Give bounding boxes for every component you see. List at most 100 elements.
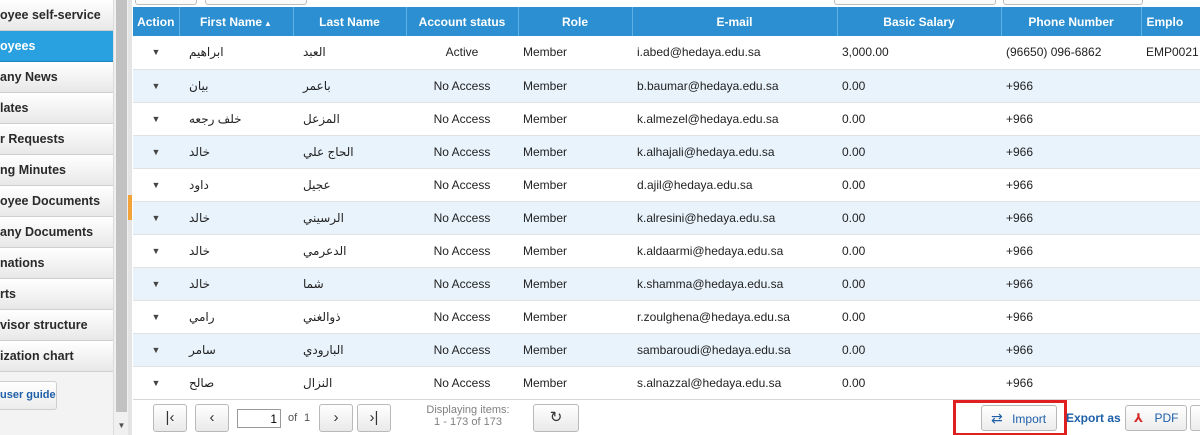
cell-basic-salary-text: 0.00 — [842, 111, 866, 126]
scrollbar-thumb[interactable] — [116, 0, 127, 412]
column-header-employee-id[interactable]: Emplo — [1141, 7, 1200, 36]
cell-basic-salary-text: 0.00 — [842, 309, 866, 324]
table-row[interactable]: ▼ خالد شما No Access Member k.shamma@hedaya.e… — [133, 267, 1200, 301]
sidebar-item-employees[interactable]: oyees — [0, 31, 113, 62]
column-header-email[interactable]: E-mail — [632, 7, 838, 36]
cell-first-name: رامي — [179, 300, 293, 334]
cell-last-name-text: ذوالغني — [303, 309, 341, 324]
cell-account-status: No Access — [406, 201, 518, 235]
column-header-phone-number[interactable]: Phone Number — [1001, 7, 1142, 36]
row-action-button[interactable]: ▼ — [133, 102, 179, 136]
cell-role: Member — [518, 36, 632, 70]
cell-basic-salary: 0.00 — [837, 267, 1001, 301]
cell-last-name-text: عجيل — [303, 177, 331, 192]
sidebar-item-templates[interactable]: lates — [0, 93, 113, 124]
cell-role-text: Member — [523, 144, 568, 159]
column-header-first-name[interactable]: First Name ▲ — [179, 7, 294, 36]
table-row[interactable]: ▼ خلف رجعه المزعل No Access Member k.almezel@… — [133, 102, 1200, 136]
table-row[interactable]: ▼ خالد الرسيني No Access Member k.alresini@he… — [133, 201, 1200, 235]
cell-first-name: صالح — [179, 366, 293, 400]
cell-role-text: Member — [523, 243, 568, 258]
cell-last-name-text: الدعرمي — [303, 243, 347, 258]
column-header-account-status[interactable]: Account status — [406, 7, 519, 36]
cell-last-name: ذوالغني — [293, 300, 406, 334]
export-pdf-button[interactable]: ⅄ PDF — [1125, 405, 1187, 431]
cell-role: Member — [518, 234, 632, 268]
cell-phone-number-text: +966 — [1006, 144, 1034, 159]
cell-last-name-text: الحاج علي — [303, 144, 354, 159]
user-guide-button[interactable]: user guide — [0, 381, 57, 410]
cell-first-name-text: خالد — [189, 243, 211, 258]
row-action-button[interactable]: ▼ — [133, 135, 179, 169]
table-row[interactable]: ▼ صالح النزال No Access Member s.alnazzal@hed… — [133, 366, 1200, 400]
table-row[interactable]: ▼ خالد الحاج علي No Access Member k.alhajali@… — [133, 135, 1200, 169]
displaying-items-label: Displaying items: 1 - 173 of 173 — [403, 404, 533, 428]
sidebar-item-company-news[interactable]: any News — [0, 62, 113, 93]
sidebar-item-reports[interactable]: rts — [0, 279, 113, 310]
table-row[interactable]: ▼ داود عجيل No Access Member d.ajil@hedaya.ed… — [133, 168, 1200, 202]
column-header-last-name[interactable]: Last Name — [293, 7, 407, 36]
sidebar-item-supervisor-structure[interactable]: visor structure — [0, 310, 113, 341]
toolbar-box[interactable] — [205, 0, 307, 5]
row-action-button[interactable]: ▼ — [133, 333, 179, 367]
sidebar-item-nations[interactable]: nations — [0, 248, 113, 279]
page-number-input[interactable] — [237, 409, 281, 428]
row-action-button[interactable]: ▼ — [133, 69, 179, 103]
cell-account-status-text: Active — [445, 45, 479, 60]
row-action-button[interactable]: ▼ — [133, 201, 179, 235]
table-row[interactable]: ▼ خالد الدعرمي No Access Member k.aldaarmi@he… — [133, 234, 1200, 268]
table-row[interactable]: ▼ ابراهيم العبد Active Member i.abed@hedaya.e… — [133, 36, 1200, 70]
splitter-handle[interactable] — [128, 195, 132, 220]
sidebar-item-self-service[interactable]: oyee self-service — [0, 0, 113, 31]
main-panel: Action First Name ▲ Last Name Account sta… — [133, 0, 1200, 435]
pdf-icon: ⅄ — [1134, 411, 1144, 425]
sidebar-item-requests[interactable]: r Requests — [0, 124, 113, 155]
column-header-basic-salary[interactable]: Basic Salary — [837, 7, 1002, 36]
import-button[interactable]: ⇄ Import — [981, 405, 1057, 431]
refresh-button[interactable]: ↻ — [533, 404, 579, 432]
cell-basic-salary: 0.00 — [837, 69, 1001, 103]
table-row[interactable]: ▼ رامي ذوالغني No Access Member r.zoulghena@h… — [133, 300, 1200, 334]
prev-page-button[interactable]: ‹ — [195, 404, 229, 432]
cell-basic-salary-text: 0.00 — [842, 276, 866, 291]
toolbar-box[interactable] — [1003, 0, 1143, 5]
sidebar-item-company-documents[interactable]: any Documents — [0, 217, 113, 248]
search-box[interactable] — [834, 0, 996, 5]
cell-role-text: Member — [523, 177, 568, 192]
cell-role: Member — [518, 168, 632, 202]
chevron-down-icon: ▼ — [151, 47, 161, 58]
export-more-button[interactable] — [1190, 405, 1200, 431]
cell-email: i.abed@hedaya.edu.sa — [632, 36, 837, 70]
toolbar-box[interactable] — [135, 0, 197, 5]
cell-phone-number-text: +966 — [1006, 111, 1034, 126]
sidebar-item-employee-documents[interactable]: oyee Documents — [0, 186, 113, 217]
next-page-button[interactable]: › — [319, 404, 353, 432]
row-action-button[interactable]: ▼ — [133, 36, 179, 70]
scroll-down-arrow-icon[interactable]: ▼ — [114, 417, 129, 435]
cell-account-status: No Access — [406, 102, 518, 136]
sidebar-item-organization-chart[interactable]: ization chart — [0, 341, 113, 372]
row-action-button[interactable]: ▼ — [133, 168, 179, 202]
cell-email-text: k.alresini@hedaya.edu.sa — [637, 210, 776, 225]
column-header-role[interactable]: Role — [518, 7, 633, 36]
cell-basic-salary: 0.00 — [837, 102, 1001, 136]
sidebar-scrollbar[interactable]: ▼ — [113, 0, 128, 435]
cell-email-text: r.zoulghena@hedaya.edu.sa — [637, 309, 790, 324]
row-action-button[interactable]: ▼ — [133, 234, 179, 268]
cell-role: Member — [518, 102, 632, 136]
sidebar-item-meeting-minutes[interactable]: ng Minutes — [0, 155, 113, 186]
column-header-action[interactable]: Action — [133, 7, 180, 36]
first-page-button[interactable]: |‹ — [153, 404, 187, 432]
row-action-button[interactable]: ▼ — [133, 300, 179, 334]
cell-basic-salary: 0.00 — [837, 135, 1001, 169]
cell-email-text: k.almezel@hedaya.edu.sa — [637, 111, 779, 126]
cell-account-status: No Access — [406, 135, 518, 169]
row-action-button[interactable]: ▼ — [133, 366, 179, 400]
cell-phone-number: +966 — [1001, 333, 1141, 367]
table-row[interactable]: ▼ بيان باعمر No Access Member b.baumar@hedaya… — [133, 69, 1200, 103]
cell-first-name-text: داود — [189, 177, 209, 192]
last-page-button[interactable]: ›| — [357, 404, 391, 432]
row-action-button[interactable]: ▼ — [133, 267, 179, 301]
cell-email: r.zoulghena@hedaya.edu.sa — [632, 300, 837, 334]
table-row[interactable]: ▼ سامر البارودي No Access Member sambaroudi@h… — [133, 333, 1200, 367]
